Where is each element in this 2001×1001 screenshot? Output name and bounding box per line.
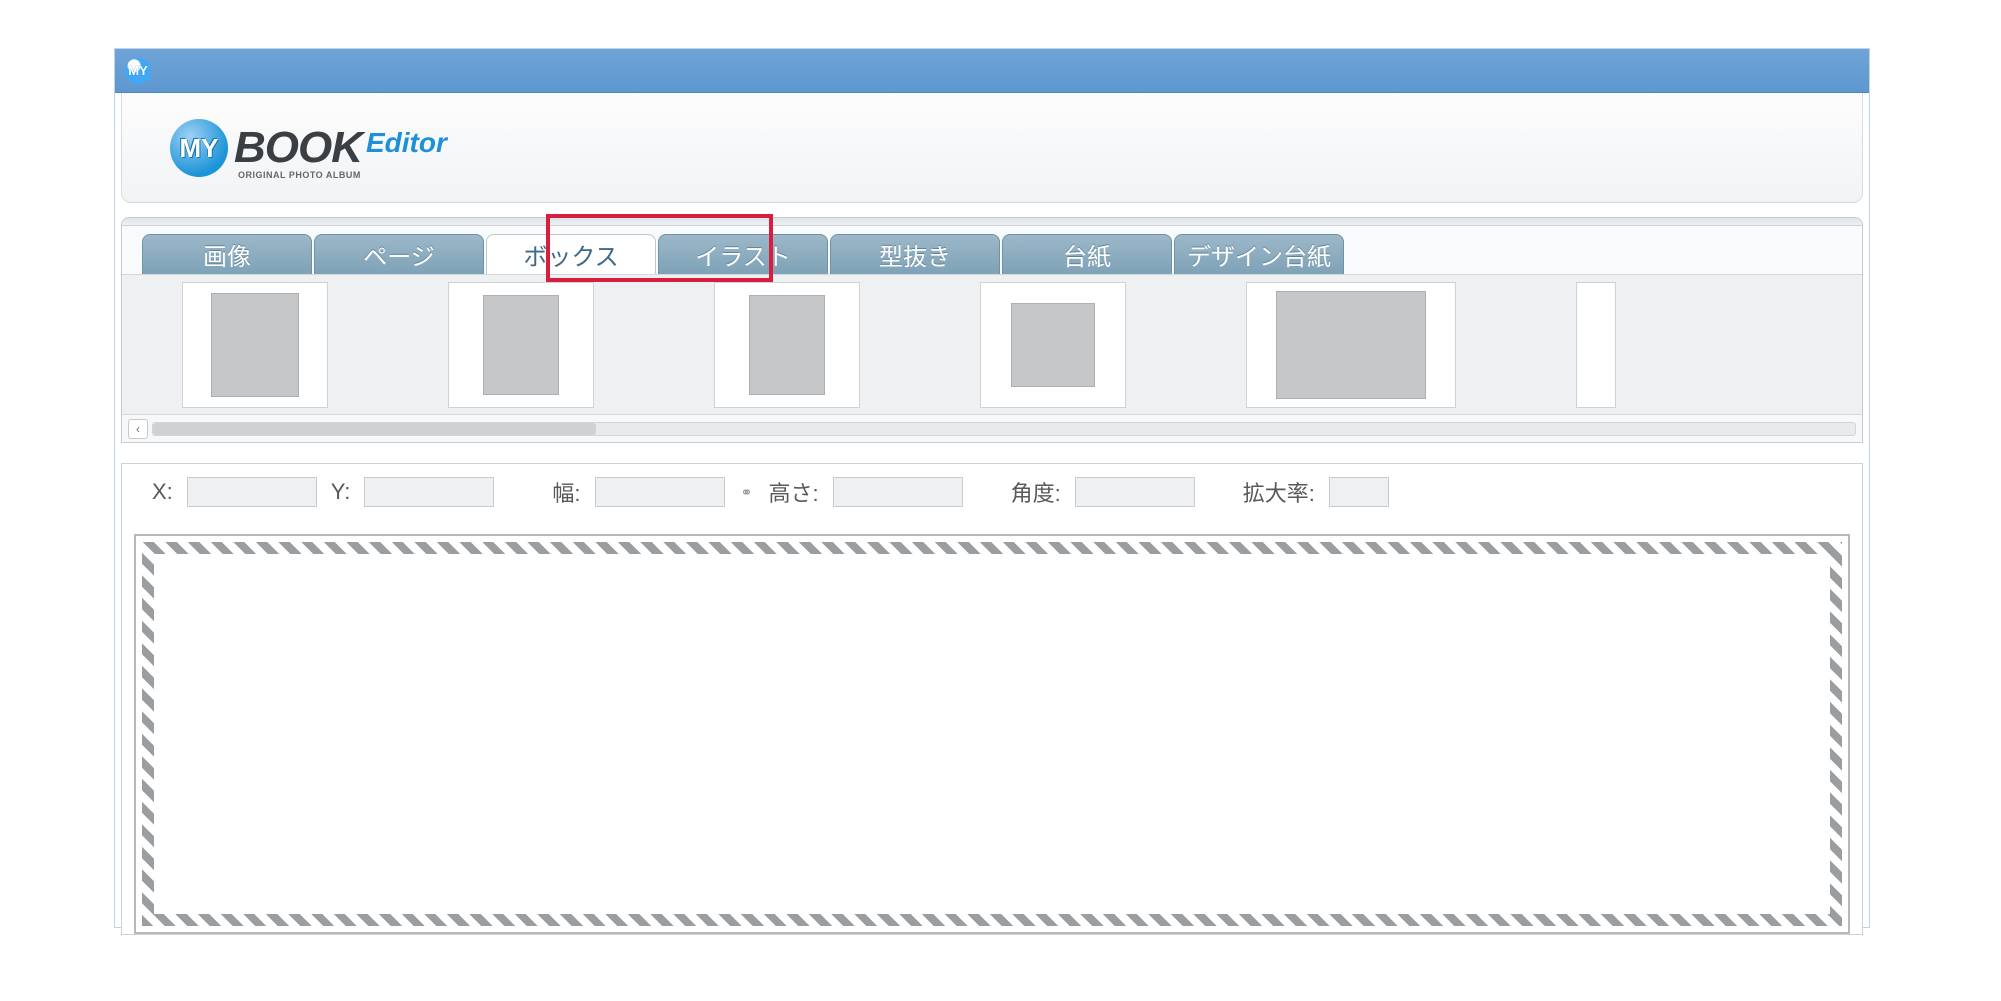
box-thumbnail[interactable] xyxy=(714,282,860,408)
app-window: MY MY BOOKEditor ORIGINAL PHOTO ALBUM 画像… xyxy=(114,48,1870,928)
link-aspect-icon[interactable]: ⚭ xyxy=(739,478,755,506)
angle-input[interactable] xyxy=(1075,477,1195,507)
thumbnail-shape-icon xyxy=(1011,303,1095,387)
tab-page[interactable]: ページ xyxy=(314,234,484,274)
tabs-panel: 画像 ページ ボックス イラスト 型抜き 台紙 デザイン台紙 ‹ xyxy=(121,217,1863,443)
tab-image[interactable]: 画像 xyxy=(142,234,312,274)
tabs-row: 画像 ページ ボックス イラスト 型抜き 台紙 デザイン台紙 xyxy=(122,226,1862,274)
height-input[interactable] xyxy=(833,477,963,507)
thumbnail-shape-icon xyxy=(211,293,299,397)
y-label: Y: xyxy=(331,479,351,505)
box-thumbnail[interactable] xyxy=(980,282,1126,408)
tab-mount[interactable]: 台紙 xyxy=(1002,234,1172,274)
x-input[interactable] xyxy=(187,477,317,507)
box-thumbnail[interactable] xyxy=(182,282,328,408)
tabs-top-bevel xyxy=(122,218,1862,226)
angle-label: 角度: xyxy=(1011,476,1061,508)
tab-illust[interactable]: イラスト xyxy=(658,234,828,274)
box-thumbnail[interactable] xyxy=(1576,282,1616,408)
tab-box[interactable]: ボックス xyxy=(486,234,656,274)
app-logo: MY BOOKEditor ORIGINAL PHOTO ALBUM xyxy=(170,119,447,177)
box-thumbnail[interactable] xyxy=(448,282,594,408)
thumbnail-scrollbar: ‹ xyxy=(122,414,1862,442)
tab-design-mount[interactable]: デザイン台紙 xyxy=(1174,234,1344,274)
width-input[interactable] xyxy=(595,477,725,507)
logo-book-text: BOOK xyxy=(234,123,362,172)
x-label: X: xyxy=(152,479,173,505)
properties-row: X: Y: 幅: ⚭ 高さ: 角度: 拡大率: xyxy=(122,464,1862,520)
height-label: 高さ: xyxy=(769,476,819,508)
header-panel: MY BOOKEditor ORIGINAL PHOTO ALBUM xyxy=(121,93,1863,203)
properties-panel: X: Y: 幅: ⚭ 高さ: 角度: 拡大率: xyxy=(121,463,1863,935)
canvas-outer[interactable] xyxy=(134,534,1850,934)
width-label: 幅: xyxy=(552,476,580,508)
thumbnail-shape-icon xyxy=(749,295,825,395)
scroll-track[interactable] xyxy=(152,422,1856,436)
y-input[interactable] xyxy=(364,477,494,507)
thumbnail-strip xyxy=(122,274,1862,414)
logo-subtitle: ORIGINAL PHOTO ALBUM xyxy=(238,171,361,180)
zoom-input[interactable] xyxy=(1329,477,1389,507)
box-thumbnail[interactable] xyxy=(1246,282,1456,408)
logo-my-badge: MY xyxy=(170,119,228,177)
canvas-bleed-border xyxy=(142,542,1842,926)
scroll-thumb[interactable] xyxy=(153,423,596,435)
thumbnail-shape-icon xyxy=(483,295,559,395)
canvas-area xyxy=(122,534,1862,934)
tab-diecut[interactable]: 型抜き xyxy=(830,234,1000,274)
scroll-left-button[interactable]: ‹ xyxy=(128,419,148,439)
titlebar: MY xyxy=(115,49,1869,93)
app-icon: MY xyxy=(125,58,151,84)
logo-editor-text: Editor xyxy=(366,127,447,158)
thumbnail-shape-icon xyxy=(1276,291,1426,399)
zoom-label: 拡大率: xyxy=(1243,476,1315,508)
